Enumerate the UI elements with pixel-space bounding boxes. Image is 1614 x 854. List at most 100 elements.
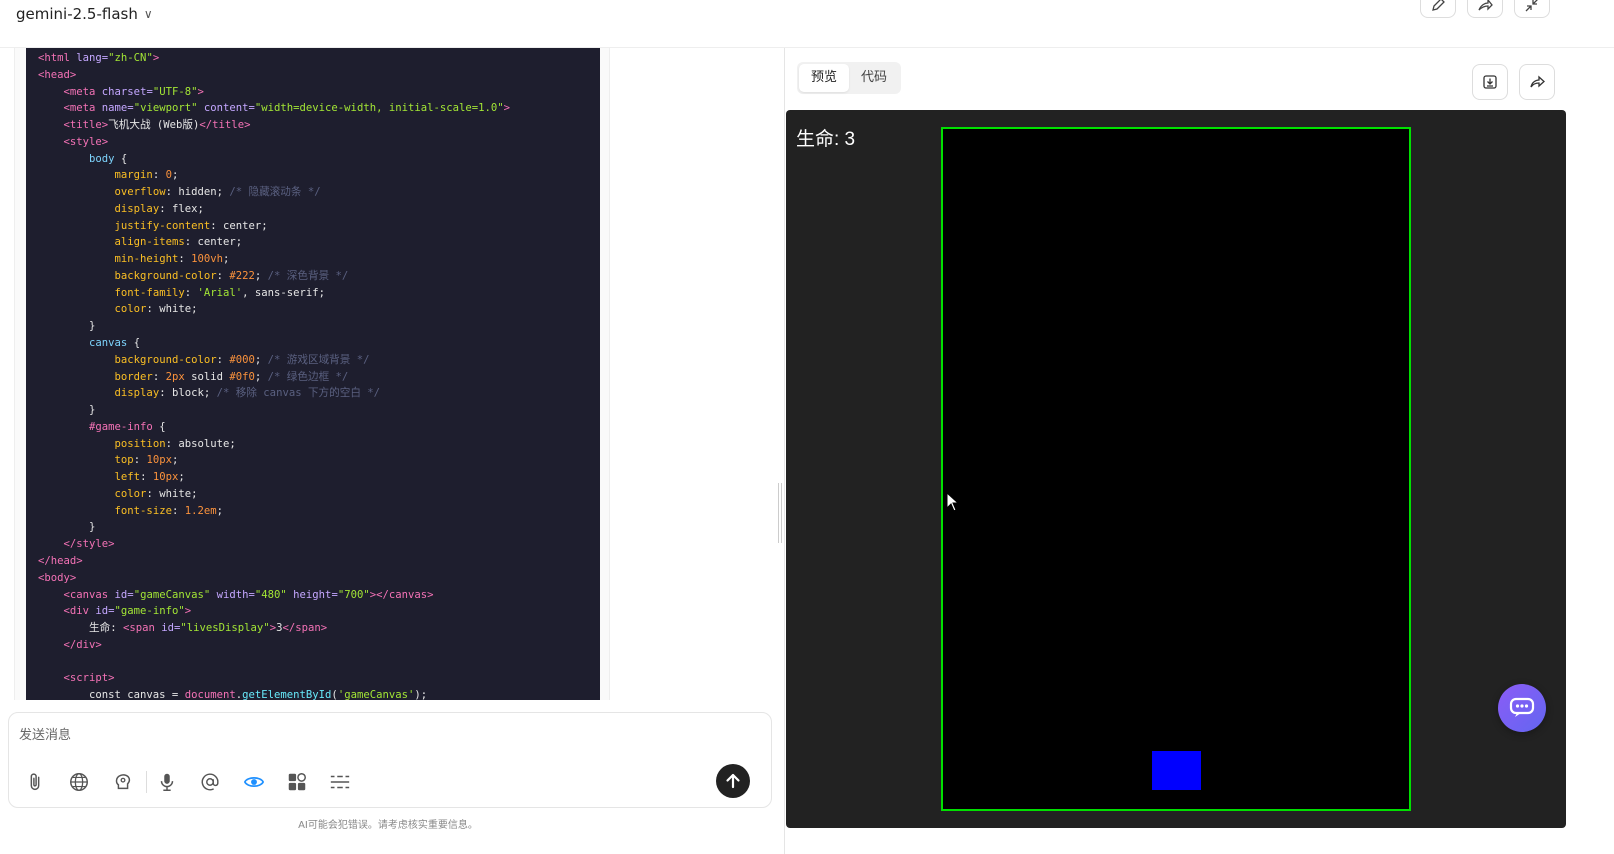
assistant-chat-button[interactable] bbox=[1498, 684, 1546, 732]
code-token: font-family bbox=[114, 286, 185, 299]
attach-button[interactable] bbox=[20, 767, 50, 797]
code-line: justify-content: center; bbox=[38, 218, 600, 235]
web-search-button[interactable] bbox=[64, 767, 94, 797]
send-button[interactable] bbox=[716, 764, 750, 798]
code-token: 'Arial' bbox=[197, 286, 243, 299]
code-token: "livesDisplay" bbox=[180, 622, 270, 635]
code-token: <span bbox=[122, 622, 162, 635]
code-token: ; bbox=[216, 504, 223, 517]
toolbar-divider bbox=[146, 771, 147, 793]
code-token: ); bbox=[414, 689, 428, 700]
game-canvas[interactable] bbox=[941, 127, 1411, 811]
code-token: #0f0 bbox=[229, 370, 255, 383]
tab-code[interactable]: 代码 bbox=[849, 64, 899, 92]
panel-resize-handle[interactable] bbox=[778, 483, 782, 543]
more-tools-button[interactable] bbox=[325, 767, 355, 797]
code-token: <canvas bbox=[63, 588, 115, 601]
code-token: min-height bbox=[114, 253, 179, 266]
code-token: color bbox=[114, 303, 147, 316]
code-token: </title> bbox=[199, 119, 251, 132]
code-token: ></canvas> bbox=[369, 588, 434, 601]
share-arrow-icon bbox=[1530, 75, 1545, 88]
code-token: background-color bbox=[114, 353, 217, 366]
apps-button[interactable] bbox=[282, 767, 312, 797]
code-line: <div id="game-info"> bbox=[38, 603, 600, 620]
code-token: margin bbox=[114, 169, 153, 182]
code-token: : white; bbox=[146, 303, 198, 316]
paperclip-icon bbox=[30, 773, 40, 791]
code-token: "game-info" bbox=[114, 605, 185, 618]
code-line: const canvas = document.getElementById('… bbox=[38, 687, 600, 700]
code-token: </style> bbox=[63, 538, 115, 551]
code-token: "700" bbox=[337, 588, 370, 601]
code-token: <head> bbox=[38, 68, 77, 81]
share-preview-button[interactable] bbox=[1519, 64, 1555, 100]
game-preview[interactable]: 生命: 3 bbox=[786, 110, 1566, 828]
code-token: : bbox=[184, 286, 198, 299]
code-token: : bbox=[133, 454, 147, 467]
code-line: <script> bbox=[38, 670, 600, 687]
code-token: : bbox=[140, 471, 153, 484]
code-line: color: white; bbox=[38, 301, 600, 318]
pencil-icon bbox=[1432, 0, 1445, 11]
code-token: : bbox=[152, 169, 166, 182]
code-token: <div bbox=[63, 605, 96, 618]
tab-preview[interactable]: 预览 bbox=[799, 64, 850, 92]
code-token: align-items bbox=[114, 236, 185, 249]
collapse-button[interactable] bbox=[1514, 0, 1550, 18]
code-token: : bbox=[171, 504, 185, 517]
code-token: /* 游戏区域背景 */ bbox=[267, 353, 370, 366]
mention-button[interactable] bbox=[195, 767, 225, 797]
code-token: { bbox=[114, 152, 128, 165]
code-token: 10px bbox=[146, 454, 172, 467]
code-line: left: 10px; bbox=[38, 469, 600, 486]
model-selector[interactable]: gemini-2.5-flash ∨ bbox=[16, 5, 153, 23]
code-token: : hidden; bbox=[165, 186, 230, 199]
deep-think-button[interactable] bbox=[108, 767, 138, 797]
code-token: : bbox=[178, 253, 192, 266]
message-input[interactable] bbox=[19, 723, 759, 745]
code-block[interactable]: <html lang="zh-CN"> <head> <meta charset=… bbox=[26, 48, 600, 700]
code-token: > bbox=[197, 85, 204, 98]
code-line: align-items: center; bbox=[38, 234, 600, 251]
code-token: } bbox=[38, 404, 96, 417]
share-button[interactable] bbox=[1467, 0, 1503, 18]
code-token: display bbox=[114, 202, 160, 215]
code-token: id= bbox=[95, 605, 115, 618]
code-token: name= bbox=[101, 102, 134, 115]
preview-toggle-button[interactable] bbox=[239, 767, 269, 797]
code-line: #game-info { bbox=[38, 419, 600, 436]
edit-button[interactable] bbox=[1420, 0, 1456, 18]
code-token: 1.2em bbox=[184, 504, 217, 517]
code-token: id= bbox=[114, 588, 134, 601]
code-line: font-family: 'Arial', sans-serif; bbox=[38, 285, 600, 302]
code-token: charset= bbox=[101, 85, 153, 98]
code-line: <style> bbox=[38, 134, 600, 151]
code-token: color bbox=[114, 487, 147, 500]
code-token: width= bbox=[216, 588, 255, 601]
voice-input-button[interactable] bbox=[152, 767, 182, 797]
at-sign-icon bbox=[201, 773, 219, 791]
code-token: <body> bbox=[38, 571, 77, 584]
download-button[interactable] bbox=[1472, 64, 1508, 100]
dashes-icon bbox=[330, 775, 350, 789]
code-token: > bbox=[184, 605, 192, 618]
code-token: } bbox=[38, 320, 96, 333]
code-token: ; bbox=[222, 253, 230, 266]
code-token: "gameCanvas" bbox=[133, 588, 217, 601]
code-token: </span> bbox=[282, 622, 328, 635]
code-token: : center; bbox=[210, 219, 268, 232]
